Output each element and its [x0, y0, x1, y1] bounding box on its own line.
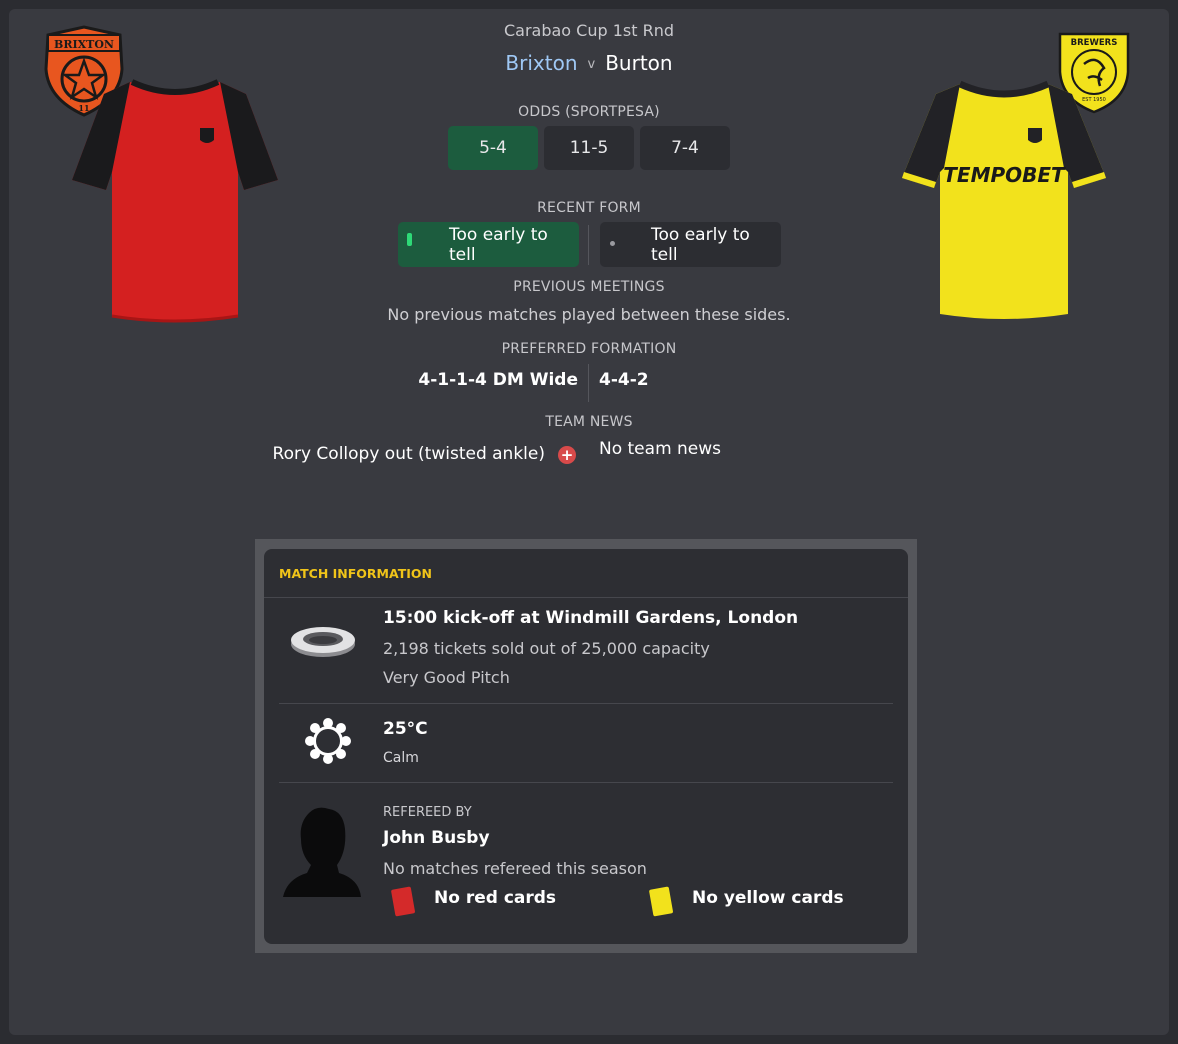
- yellow-card-icon: [649, 886, 673, 917]
- away-kit-sponsor: TEMPOBET: [943, 163, 1066, 187]
- stadium-icon: [291, 627, 355, 657]
- team-news-heading: TEAM NEWS: [545, 414, 633, 430]
- venue-row: 15:00 kick-off at Windmill Gardens, Lond…: [279, 598, 893, 704]
- odds-away-win[interactable]: 7-4: [640, 126, 730, 170]
- yellow-cards-text: No yellow cards: [692, 888, 844, 908]
- temperature-text: 25°C: [383, 719, 428, 739]
- teams-heading: Brixton v Burton: [0, 51, 1178, 75]
- tickets-sold-text: 2,198 tickets sold out of 25,000 capacit…: [383, 639, 710, 658]
- referee-avatar-icon[interactable]: [281, 805, 363, 899]
- preferred-formation-heading: PREFERRED FORMATION: [501, 341, 677, 357]
- weather-condition-text: Calm: [383, 750, 419, 766]
- kickoff-venue-text[interactable]: 15:00 kick-off at Windmill Gardens, Lond…: [383, 608, 798, 628]
- odds-home-win[interactable]: 5-4: [448, 126, 538, 170]
- home-team-link[interactable]: Brixton: [505, 51, 577, 75]
- odds-draw[interactable]: 11-5: [544, 126, 634, 170]
- referee-row: REFEREED BY John Busby No matches refere…: [279, 783, 893, 943]
- previous-meetings-text: No previous matches played between these…: [387, 305, 791, 324]
- home-form-text: Too early to tell: [449, 224, 548, 265]
- red-card-icon: [391, 886, 415, 917]
- competition-title[interactable]: Carabao Cup 1st Rnd: [0, 21, 1178, 40]
- away-team-news: No team news: [599, 439, 722, 459]
- versus-label: v: [587, 57, 596, 72]
- referee-matches-text: No matches refereed this season: [383, 859, 647, 878]
- weather-row: 25°C Calm: [279, 704, 893, 783]
- weather-sun-icon: [305, 718, 351, 764]
- referee-name[interactable]: John Busby: [383, 828, 490, 848]
- match-information-header: MATCH INFORMATION: [264, 549, 908, 598]
- home-team-news[interactable]: Rory Collopy out (twisted ankle): [273, 444, 545, 464]
- injury-plus-icon: +: [558, 446, 576, 464]
- recent-form-row: Too early to tell Too early to tell: [398, 222, 781, 267]
- form-divider: [588, 225, 589, 265]
- away-form-text: Too early to tell: [651, 224, 750, 265]
- home-formation[interactable]: 4-1-1-4 DM Wide: [418, 370, 578, 390]
- pitch-condition-text: Very Good Pitch: [383, 668, 510, 687]
- away-team-link[interactable]: Burton: [605, 51, 672, 75]
- recent-form-heading: RECENT FORM: [537, 200, 641, 216]
- match-information-panel: MATCH INFORMATION 15:00 kick-off at Wind…: [264, 549, 908, 944]
- form-indicator-icon: [407, 233, 412, 246]
- formation-divider: [588, 364, 589, 402]
- odds-row: 5-4 11-5 7-4: [448, 126, 730, 170]
- away-formation[interactable]: 4-4-2: [599, 370, 649, 390]
- odds-heading: ODDS (SPORTPESA): [518, 104, 660, 120]
- refereed-by-label: REFEREED BY: [383, 805, 472, 820]
- match-information-title: MATCH INFORMATION: [279, 566, 432, 581]
- red-cards-text: No red cards: [434, 888, 557, 908]
- away-recent-form[interactable]: Too early to tell: [600, 222, 781, 267]
- home-recent-form[interactable]: Too early to tell: [398, 222, 579, 267]
- previous-meetings-heading: PREVIOUS MEETINGS: [513, 279, 665, 295]
- form-dot-icon: [610, 241, 615, 246]
